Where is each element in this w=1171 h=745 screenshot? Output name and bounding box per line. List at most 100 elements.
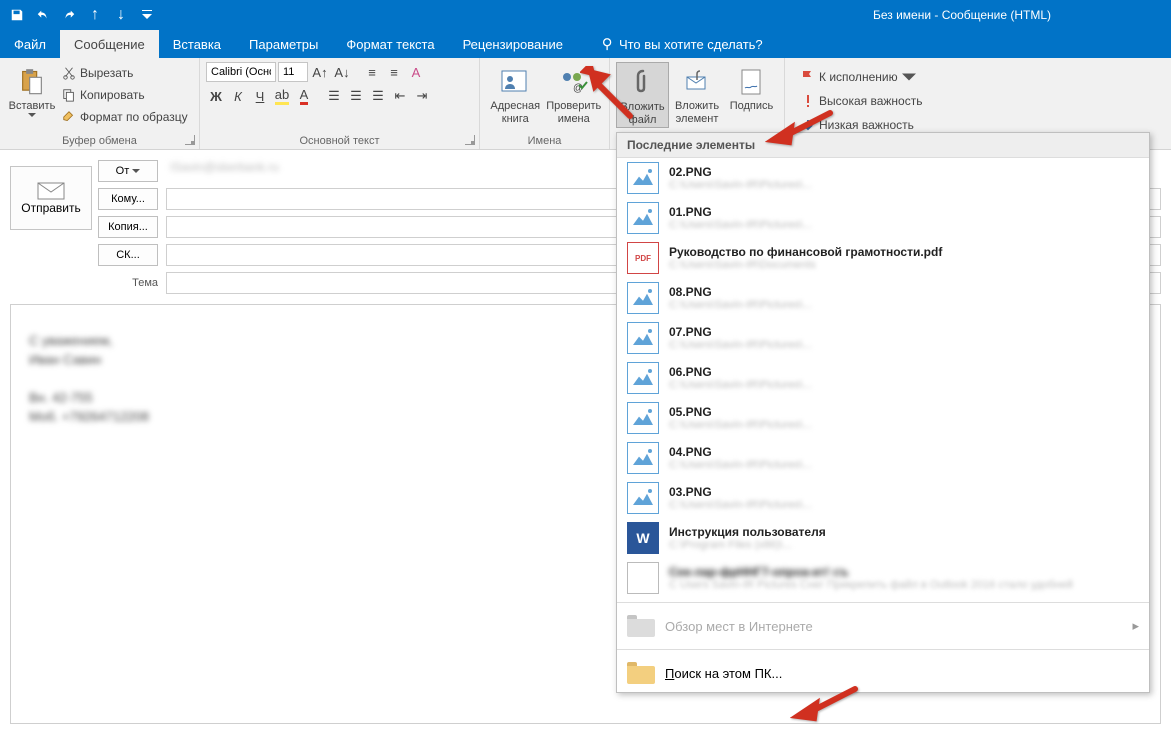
attachitem-label: Вложить элемент bbox=[669, 100, 725, 126]
window-title: Без имени - Сообщение (HTML) bbox=[873, 8, 1051, 22]
recent-items-header: Последние элементы bbox=[617, 133, 1149, 158]
qat-customize[interactable] bbox=[136, 4, 158, 26]
blank-file-icon bbox=[627, 562, 659, 594]
browse-this-pc[interactable]: Поиск на этом ПК... bbox=[617, 654, 1149, 692]
recent-item[interactable]: Cек-лар-фрННГ7-опроа-ит! съC Users Savin… bbox=[617, 558, 1149, 598]
send-button[interactable]: Отправить bbox=[10, 166, 92, 230]
recent-item[interactable]: 04.PNGC:\Users\Savin-IR\Pictures\... bbox=[617, 438, 1149, 478]
grow-font-button[interactable]: A↑ bbox=[310, 62, 330, 82]
indent-button[interactable]: ⇥ bbox=[412, 86, 432, 106]
recent-item[interactable]: WИнструкция пользователяC:\Program Files… bbox=[617, 518, 1149, 558]
font-name-select[interactable] bbox=[206, 62, 276, 82]
dialog-launcher[interactable] bbox=[465, 135, 475, 145]
align-left-button[interactable]: ☰ bbox=[324, 86, 344, 106]
font-size-select[interactable] bbox=[278, 62, 308, 82]
img-file-icon bbox=[627, 442, 659, 474]
file-path: C:\Users\Savin-IR\Pictures\... bbox=[669, 179, 1139, 191]
tell-me-search[interactable]: Что вы хотите сделать? bbox=[587, 30, 777, 58]
img-file-icon bbox=[627, 402, 659, 434]
save-button[interactable] bbox=[6, 4, 28, 26]
signature-button[interactable]: Подпись bbox=[725, 62, 778, 113]
recent-item[interactable]: 07.PNGC:\Users\Savin-IR\Pictures\... bbox=[617, 318, 1149, 358]
file-path: C:\Program Files (x86)\... bbox=[669, 539, 1139, 551]
tab-insert[interactable]: Вставка bbox=[159, 30, 235, 58]
word-file-icon: W bbox=[627, 522, 659, 554]
browse-pc-label: Поиск на этом ПК... bbox=[665, 666, 782, 681]
tab-format[interactable]: Формат текста bbox=[332, 30, 448, 58]
tell-me-label: Что вы хотите сделать? bbox=[619, 37, 763, 52]
cc-button[interactable]: Копия... bbox=[98, 216, 158, 238]
numbering-button[interactable]: ≡ bbox=[384, 62, 404, 82]
italic-button[interactable]: К bbox=[228, 86, 248, 106]
underline-button[interactable]: Ч bbox=[250, 86, 270, 106]
recent-item[interactable]: 05.PNGC:\Users\Savin-IR\Pictures\... bbox=[617, 398, 1149, 438]
from-button[interactable]: От bbox=[98, 160, 158, 182]
tab-message[interactable]: Сообщение bbox=[60, 30, 159, 58]
file-path: C:\Users\Savin-IR\Pictures\... bbox=[669, 459, 1139, 471]
file-path: C:\Users\Savin-IR\Pictures\... bbox=[669, 339, 1139, 351]
tab-review[interactable]: Рецензирование bbox=[449, 30, 577, 58]
redo-button[interactable] bbox=[58, 4, 80, 26]
file-path: C:\Users\Savin-IR\Pictures\... bbox=[669, 219, 1139, 231]
qat-btn[interactable]: ↑ bbox=[84, 4, 106, 26]
paste-label: Вставить bbox=[9, 100, 56, 113]
recent-item[interactable]: 02.PNGC:\Users\Savin-IR\Pictures\... bbox=[617, 158, 1149, 198]
tab-options[interactable]: Параметры bbox=[235, 30, 332, 58]
highimp-label: Высокая важность bbox=[819, 94, 922, 108]
file-name: 07.PNG bbox=[669, 325, 1139, 339]
ribbon-tabs: Файл Сообщение Вставка Параметры Формат … bbox=[0, 30, 1171, 58]
file-name: 05.PNG bbox=[669, 405, 1139, 419]
file-path: C:\Users\Savin-IR\Pictures\... bbox=[669, 499, 1139, 511]
font-color-button[interactable]: A bbox=[294, 86, 314, 106]
file-name: 06.PNG bbox=[669, 365, 1139, 379]
clear-format-button[interactable]: A bbox=[406, 62, 426, 82]
recent-item[interactable]: 06.PNGC:\Users\Savin-IR\Pictures\... bbox=[617, 358, 1149, 398]
undo-button[interactable] bbox=[32, 4, 54, 26]
quick-access-toolbar: ↑ ↓ bbox=[0, 4, 158, 26]
bullets-button[interactable]: ≡ bbox=[362, 62, 382, 82]
align-right-button[interactable]: ☰ bbox=[368, 86, 388, 106]
bold-button[interactable]: Ж bbox=[206, 86, 226, 106]
format-painter-button[interactable]: Формат по образцу bbox=[58, 106, 192, 128]
to-button[interactable]: Кому... bbox=[98, 188, 158, 210]
img-file-icon bbox=[627, 202, 659, 234]
painter-label: Формат по образцу bbox=[80, 110, 188, 124]
folder-icon bbox=[627, 615, 655, 637]
tab-file[interactable]: Файл bbox=[0, 30, 60, 58]
followup-label: К исполнению bbox=[819, 70, 898, 84]
folder-icon bbox=[627, 662, 655, 684]
annotation-arrow bbox=[765, 108, 835, 153]
paste-button[interactable]: Вставить bbox=[6, 62, 58, 117]
cut-button[interactable]: Вырезать bbox=[58, 62, 192, 84]
file-name: 02.PNG bbox=[669, 165, 1139, 179]
img-file-icon bbox=[627, 362, 659, 394]
followup-button[interactable]: К исполнению bbox=[797, 66, 926, 88]
shrink-font-button[interactable]: A↓ bbox=[332, 62, 352, 82]
copy-button[interactable]: Копировать bbox=[58, 84, 192, 106]
title-bar: ↑ ↓ Без имени - Сообщение (HTML) bbox=[0, 0, 1171, 30]
file-name: 08.PNG bbox=[669, 285, 1139, 299]
dialog-launcher[interactable] bbox=[185, 135, 195, 145]
img-file-icon bbox=[627, 282, 659, 314]
group-label: Буфер обмена bbox=[62, 135, 137, 147]
attach-file-dropdown: Последние элементы 02.PNGC:\Users\Savin-… bbox=[616, 132, 1150, 693]
outdent-button[interactable]: ⇤ bbox=[390, 86, 410, 106]
attach-item-button[interactable]: Вложить элемент bbox=[669, 62, 725, 126]
bcc-button[interactable]: СК... bbox=[98, 244, 158, 266]
group-clipboard: Вставить Вырезать Копировать Формат по о… bbox=[0, 58, 200, 149]
group-font: A↑ A↓ ≡ ≡ A Ж К Ч ab A ☰ ☰ ☰ ⇤ ⇥ Основно bbox=[200, 58, 480, 149]
file-name: 04.PNG bbox=[669, 445, 1139, 459]
file-path: C:\Users\Savin-IR\Pictures\... bbox=[669, 299, 1139, 311]
recent-item[interactable]: 08.PNGC:\Users\Savin-IR\Pictures\... bbox=[617, 278, 1149, 318]
recent-item[interactable]: PDFРуководство по финансовой грамотности… bbox=[617, 238, 1149, 278]
address-book-button[interactable]: Адресная книга bbox=[486, 62, 545, 126]
file-path: C:\Users\Savin-IR\Documents bbox=[669, 259, 1139, 271]
browse-web-label: Обзор мест в Интернете bbox=[665, 619, 813, 634]
qat-btn[interactable]: ↓ bbox=[110, 4, 132, 26]
align-center-button[interactable]: ☰ bbox=[346, 86, 366, 106]
annotation-arrow bbox=[790, 684, 860, 729]
recent-item[interactable]: 01.PNGC:\Users\Savin-IR\Pictures\... bbox=[617, 198, 1149, 238]
annotation-arrow bbox=[580, 66, 640, 131]
highlight-button[interactable]: ab bbox=[272, 86, 292, 106]
recent-item[interactable]: 03.PNGC:\Users\Savin-IR\Pictures\... bbox=[617, 478, 1149, 518]
